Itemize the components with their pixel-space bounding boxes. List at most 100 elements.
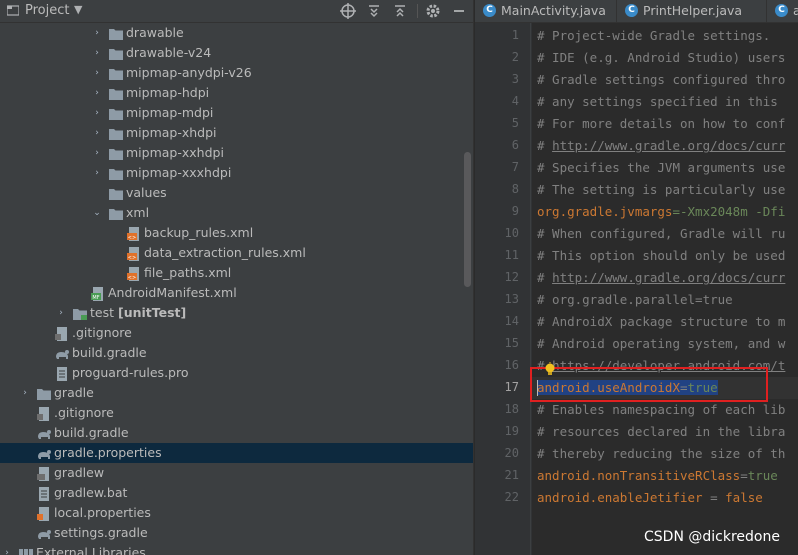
code-line[interactable]: # This option should only be used — [537, 248, 785, 263]
folder-icon — [108, 186, 124, 200]
code-line[interactable]: # IDE (e.g. Android Studio) users — [537, 50, 785, 65]
tree-item[interactable]: <> backup_rules.xml — [0, 223, 473, 243]
code-line[interactable]: org.gradle.jvmargs=-Xmx2048m -Dfi — [537, 204, 785, 219]
editor-tab[interactable]: C MainActivity.java — [475, 0, 617, 22]
expand-all-icon[interactable] — [365, 2, 383, 20]
code-line[interactable]: # Gradle settings configured thro — [537, 72, 785, 87]
chevron-right-icon[interactable]: › — [92, 126, 102, 140]
code-line[interactable]: # AndroidX package structure to m — [537, 314, 785, 329]
code-line[interactable]: # http://www.gradle.org/docs/curr — [537, 138, 785, 153]
code-token: # any settings specified in this — [537, 94, 786, 109]
xml-icon: <> — [126, 266, 142, 281]
tree-item[interactable]: › External Libraries — [0, 543, 473, 555]
code-line[interactable]: # When configured, Gradle will ru — [537, 226, 785, 241]
lightbulb-icon[interactable] — [543, 362, 557, 376]
tree-item-label: mipmap-hdpi — [126, 85, 210, 100]
code-line[interactable]: android.enableJetifier = false — [537, 490, 763, 505]
chevron-right-icon[interactable]: › — [92, 86, 102, 100]
tree-item[interactable]: › mipmap-hdpi — [0, 83, 473, 103]
code-line[interactable]: # org.gradle.parallel=true — [537, 292, 733, 307]
target-icon[interactable] — [339, 2, 357, 20]
chevron-right-icon[interactable]: › — [92, 46, 102, 60]
tree-item[interactable]: <> file_paths.xml — [0, 263, 473, 283]
project-scrollbar-thumb[interactable] — [464, 152, 471, 287]
class-file-icon: C — [483, 4, 496, 17]
tree-item[interactable]: proguard-rules.pro — [0, 363, 473, 383]
tree-item[interactable]: › gradle — [0, 383, 473, 403]
library-icon — [18, 546, 34, 555]
tree-item[interactable]: gradlew — [0, 463, 473, 483]
tree-item[interactable]: › mipmap-anydpi-v26 — [0, 63, 473, 83]
tree-item-label: test [unitTest] — [90, 305, 187, 320]
chevron-right-icon[interactable]: › — [92, 26, 102, 40]
project-title[interactable]: Project — [25, 3, 69, 18]
tree-item[interactable]: build.gradle — [0, 423, 473, 443]
tree-item[interactable]: <> data_extraction_rules.xml — [0, 243, 473, 263]
chevron-down-icon[interactable]: ▼ — [74, 3, 82, 16]
tree-item-label: mipmap-xxxhdpi — [126, 165, 232, 180]
tree-item[interactable]: › drawable-v24 — [0, 43, 473, 63]
folder-icon — [108, 26, 124, 40]
tree-item[interactable]: › test [unitTest] — [0, 303, 473, 323]
chevron-right-icon[interactable]: › — [92, 66, 102, 80]
editor-tab[interactable]: C PrintHelper.java — [617, 0, 767, 22]
tree-item[interactable]: › mipmap-mdpi — [0, 103, 473, 123]
chevron-right-icon[interactable]: › — [92, 106, 102, 120]
collapse-all-icon[interactable] — [391, 2, 409, 20]
tree-item[interactable]: .gitignore — [0, 403, 473, 423]
line-number: 22 — [504, 490, 519, 504]
tree-item-label: mipmap-anydpi-v26 — [126, 65, 252, 80]
tree-item-label: build.gradle — [54, 425, 129, 440]
line-number: 9 — [511, 204, 519, 218]
line-number: 2 — [511, 50, 519, 64]
gradle-icon — [36, 526, 52, 540]
tree-item[interactable]: › mipmap-xxxhdpi — [0, 163, 473, 183]
editor-tab-label: MainActivity.java — [501, 3, 606, 18]
code-line[interactable]: # Enables namespacing of each lib — [537, 402, 785, 417]
chevron-down-icon[interactable]: ⌄ — [92, 206, 102, 220]
editor-tab-label: PrintHelper.java — [643, 3, 743, 18]
chevron-right-icon[interactable]: › — [92, 166, 102, 180]
gear-icon[interactable] — [424, 2, 442, 20]
tree-item[interactable]: build.gradle — [0, 343, 473, 363]
tree-item[interactable]: gradle.properties — [0, 443, 473, 463]
tree-item[interactable]: ⌄ xml — [0, 203, 473, 223]
code-line[interactable]: # http://www.gradle.org/docs/curr — [537, 270, 785, 285]
code-line[interactable]: # The setting is particularly use — [537, 182, 785, 197]
code-token: # org.gradle.parallel=true — [537, 292, 733, 307]
tree-item[interactable]: values — [0, 183, 473, 203]
tree-item-label: build.gradle — [72, 345, 147, 360]
editor-tab[interactable]: Cap — [767, 0, 798, 22]
code-area[interactable]: # Project-wide Gradle settings. # IDE (e.… — [532, 23, 798, 555]
tree-item[interactable]: › drawable — [0, 23, 473, 43]
code-token: org.gradle.jvmargs — [537, 204, 673, 219]
tree-item[interactable]: .gitignore — [0, 323, 473, 343]
code-line[interactable]: # Project-wide Gradle settings. — [537, 28, 770, 43]
tree-item[interactable]: › mipmap-xxhdpi — [0, 143, 473, 163]
code-token: = — [740, 468, 748, 483]
gitignore-icon — [54, 326, 70, 341]
gradle-icon — [54, 346, 70, 360]
code-token: # Specifies the JVM arguments use — [537, 160, 786, 175]
ide-window: Project ▼ › drawable › drawable-v24 › mi… — [0, 0, 798, 555]
code-line[interactable]: android.nonTransitiveRClass=true — [537, 468, 778, 483]
tree-item-label: .gitignore — [72, 325, 132, 340]
highlight-annotation-box — [530, 367, 768, 402]
chevron-right-icon[interactable]: › — [2, 546, 12, 555]
code-line[interactable]: # Specifies the JVM arguments use — [537, 160, 785, 175]
minimize-icon[interactable] — [450, 2, 468, 20]
chevron-right-icon[interactable]: › — [20, 386, 30, 400]
code-line[interactable]: # For more details on how to conf — [537, 116, 785, 131]
tree-item[interactable]: › mipmap-xhdpi — [0, 123, 473, 143]
tree-item[interactable]: local.properties — [0, 503, 473, 523]
code-line[interactable]: # thereby reducing the size of th — [537, 446, 785, 461]
code-line[interactable]: # Android operating system, and w — [537, 336, 785, 351]
chevron-right-icon[interactable]: › — [56, 306, 66, 320]
code-line[interactable]: # resources declared in the libra — [537, 424, 785, 439]
chevron-right-icon[interactable]: › — [92, 146, 102, 160]
code-line[interactable]: # any settings specified in this — [537, 94, 785, 109]
tree-item[interactable]: MF AndroidManifest.xml — [0, 283, 473, 303]
tree-item[interactable]: settings.gradle — [0, 523, 473, 543]
tree-item-label: data_extraction_rules.xml — [144, 245, 306, 260]
tree-item[interactable]: gradlew.bat — [0, 483, 473, 503]
